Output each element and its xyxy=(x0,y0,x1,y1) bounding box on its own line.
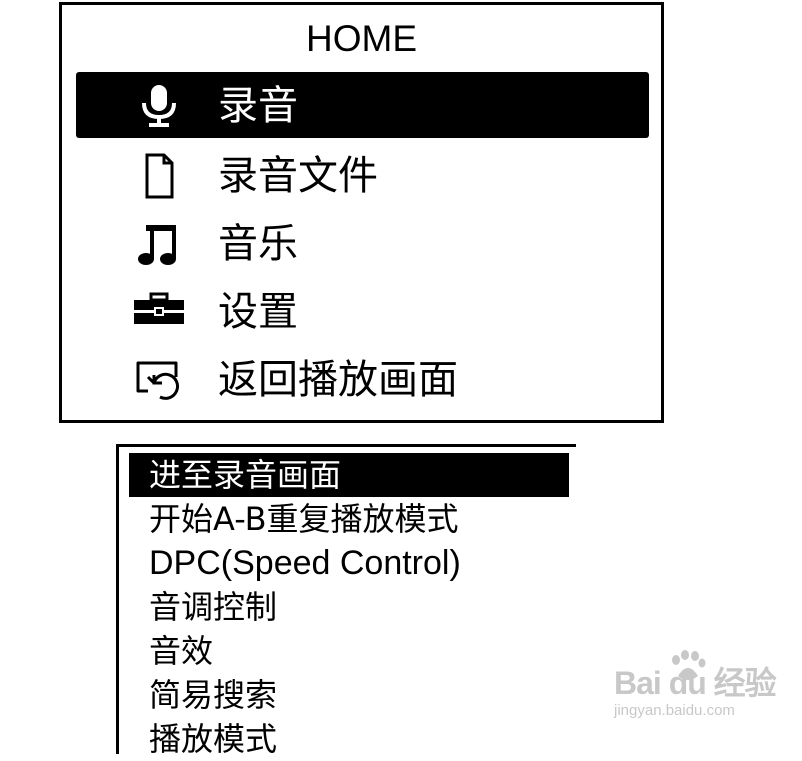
home-item-label: 设置 xyxy=(218,289,298,335)
watermark-url: jingyan.baidu.com xyxy=(614,702,735,719)
toolbox-icon xyxy=(132,289,186,335)
option-item-label: 进至录音画面 xyxy=(149,456,342,494)
home-item-music[interactable]: 音乐 xyxy=(76,210,649,276)
option-item-sound-effect[interactable]: 音效 xyxy=(129,629,569,673)
music-note-icon xyxy=(132,221,186,267)
baidu-jingyan-watermark: Bai du 经验 jingyan.baidu.com xyxy=(612,650,792,724)
home-item-settings[interactable]: 设置 xyxy=(76,278,649,344)
home-item-recording-files[interactable]: 录音文件 xyxy=(76,142,649,208)
return-icon xyxy=(132,357,186,403)
home-item-label: 录音 xyxy=(218,83,298,129)
home-menu-panel: HOME 录音 录音文件 音乐 设置 返回播放画面 xyxy=(59,2,664,423)
home-item-return-playback[interactable]: 返回播放画面 xyxy=(76,346,649,412)
file-icon xyxy=(132,153,186,199)
home-item-label: 录音文件 xyxy=(218,153,378,199)
option-item-label: 音调控制 xyxy=(149,588,278,626)
option-item-label: DPC(Speed Control) xyxy=(149,544,461,582)
option-item-label: 音效 xyxy=(149,632,214,670)
option-item-dpc[interactable]: DPC(Speed Control) xyxy=(129,541,569,585)
option-item-easy-search[interactable]: 简易搜索 xyxy=(129,673,569,717)
watermark-brand: Bai du 经验 xyxy=(614,665,777,701)
home-item-record[interactable]: 录音 xyxy=(76,72,649,138)
option-menu-panel: 进至录音画面 开始A-B重复播放模式 DPC(Speed Control) 音调… xyxy=(116,444,576,758)
option-item-label: 播放模式 xyxy=(149,720,278,758)
option-item-play-mode[interactable]: 播放模式 xyxy=(129,717,569,761)
option-item-pitch-control[interactable]: 音调控制 xyxy=(129,585,569,629)
option-item-label: 开始A-B重复播放模式 xyxy=(149,500,459,538)
home-menu-title: HOME xyxy=(306,18,417,59)
option-item-ab-repeat[interactable]: 开始A-B重复播放模式 xyxy=(129,497,569,541)
home-item-label: 音乐 xyxy=(218,221,298,267)
home-item-label: 返回播放画面 xyxy=(218,357,458,403)
option-item-label: 简易搜索 xyxy=(149,676,278,714)
option-item-go-to-recording[interactable]: 进至录音画面 xyxy=(129,453,569,497)
microphone-icon xyxy=(132,83,186,129)
